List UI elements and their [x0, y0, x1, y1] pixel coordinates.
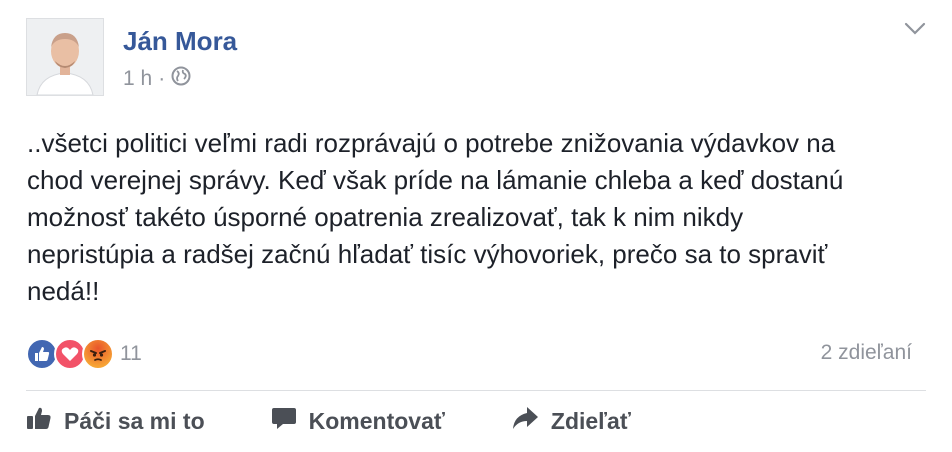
like-button[interactable]: Páči sa mi to: [26, 405, 205, 437]
globe-icon[interactable]: [171, 66, 191, 92]
comment-icon: [271, 405, 297, 437]
post-actions: Páči sa mi to Komentovať Zdieľať: [26, 405, 697, 437]
share-arrow-icon: [511, 405, 539, 437]
post-timestamp[interactable]: 1 h: [123, 67, 152, 91]
thumbs-up-icon: [26, 405, 52, 437]
divider: [26, 390, 926, 391]
post-meta: 1 h ·: [123, 66, 191, 92]
comment-button[interactable]: Komentovať: [271, 405, 445, 437]
reaction-summary[interactable]: 11: [26, 338, 142, 370]
share-label: Zdieľať: [550, 407, 631, 434]
comment-label: Komentovať: [308, 407, 445, 434]
author-avatar[interactable]: [26, 18, 104, 96]
reaction-count[interactable]: 11: [120, 342, 142, 366]
angry-reaction-icon: [82, 338, 114, 370]
share-button[interactable]: Zdieľať: [511, 405, 631, 437]
share-count[interactable]: 2 zdieľaní: [821, 341, 912, 365]
post-text: ..všetci politici veľmi radi rozprávajú …: [27, 128, 844, 306]
like-label: Páči sa mi to: [64, 407, 205, 434]
chevron-down-icon[interactable]: [904, 22, 926, 41]
author-name[interactable]: Ján Mora: [123, 26, 237, 57]
meta-separator: ·: [158, 67, 166, 90]
